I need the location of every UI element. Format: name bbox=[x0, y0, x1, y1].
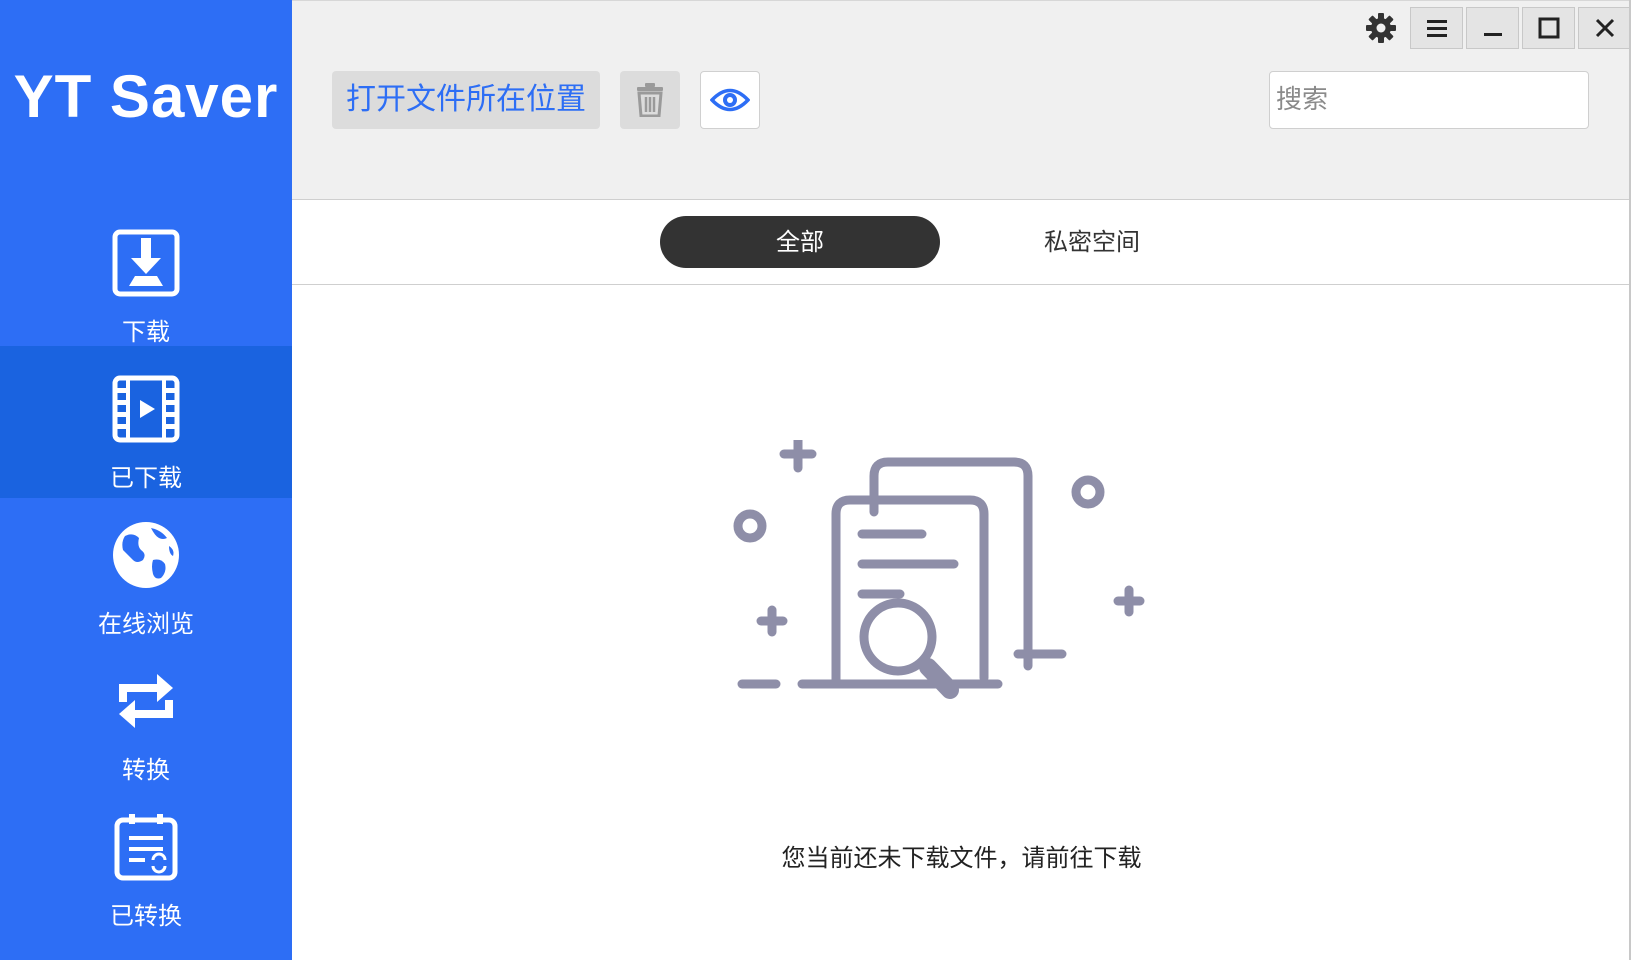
sidebar-item-converted[interactable]: 已转换 bbox=[0, 784, 292, 936]
main-panel: 打开文件所在位置 全部 私密空间 bbox=[292, 0, 1631, 960]
toolbar: 打开文件所在位置 bbox=[292, 0, 1631, 200]
maximize-button[interactable] bbox=[1522, 7, 1575, 49]
open-file-location-button[interactable]: 打开文件所在位置 bbox=[332, 71, 600, 129]
settings-button[interactable] bbox=[1354, 7, 1407, 49]
maximize-icon bbox=[1538, 17, 1559, 39]
sidebar-item-label: 在线浏览 bbox=[98, 610, 194, 638]
film-icon bbox=[112, 375, 180, 443]
menu-button[interactable] bbox=[1410, 7, 1463, 49]
private-view-button[interactable] bbox=[700, 71, 760, 129]
sidebar-item-browse-online[interactable]: 在线浏览 bbox=[0, 492, 292, 644]
tab-all[interactable]: 全部 bbox=[660, 216, 940, 268]
empty-state-message: 您当前还未下载文件，请前往下载 bbox=[781, 844, 1142, 872]
trash-icon bbox=[637, 83, 663, 117]
tab-private-space[interactable]: 私密空间 bbox=[992, 216, 1192, 268]
download-icon bbox=[112, 229, 180, 297]
sidebar-item-label: 下载 bbox=[122, 318, 170, 346]
sidebar-item-label: 已转换 bbox=[110, 902, 182, 930]
eye-icon bbox=[710, 88, 750, 112]
sidebar-item-downloaded[interactable]: 已下载 bbox=[0, 346, 292, 498]
window-controls bbox=[1351, 7, 1631, 49]
empty-document-search-icon bbox=[733, 440, 1145, 699]
tabs-bar: 全部 私密空间 bbox=[292, 200, 1631, 285]
sidebar: YT Saver 下载 已下载 在线浏览 转换 已转换 bbox=[0, 0, 292, 960]
minimize-button[interactable] bbox=[1466, 7, 1519, 49]
sidebar-item-download[interactable]: 下载 bbox=[0, 200, 292, 352]
close-icon bbox=[1595, 18, 1614, 38]
sidebar-item-label: 已下载 bbox=[110, 464, 182, 492]
sidebar-item-convert[interactable]: 转换 bbox=[0, 638, 292, 790]
delete-button[interactable] bbox=[620, 71, 680, 129]
minimize-icon bbox=[1483, 33, 1502, 36]
close-button[interactable] bbox=[1578, 7, 1631, 49]
menu-icon bbox=[1426, 20, 1447, 37]
app-logo: YT Saver bbox=[13, 63, 279, 130]
sidebar-item-label: 转换 bbox=[122, 756, 170, 784]
globe-icon bbox=[113, 522, 179, 588]
convert-icon bbox=[119, 674, 173, 728]
converted-list-icon bbox=[114, 814, 178, 881]
search-input[interactable] bbox=[1269, 71, 1589, 129]
gear-icon bbox=[1365, 13, 1396, 43]
